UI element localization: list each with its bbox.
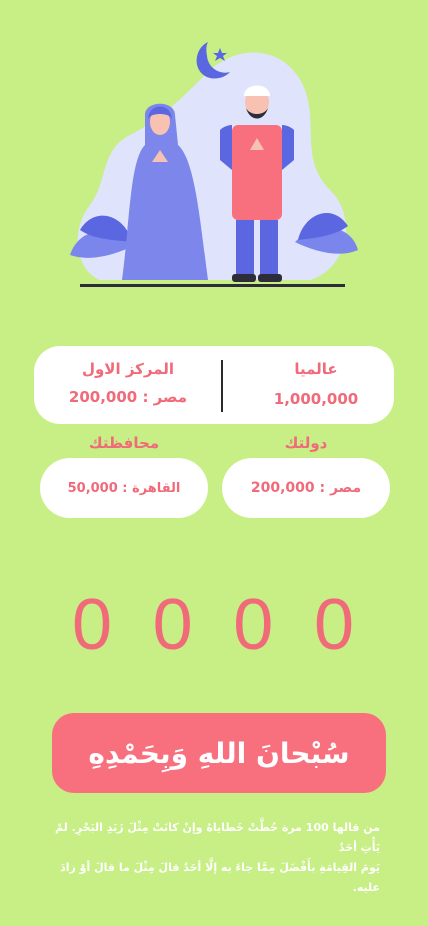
counter-digit: 0: [71, 585, 113, 665]
country-count: مصر : 200,000: [250, 480, 362, 496]
counter-digit: 0: [233, 585, 274, 665]
counter-digit: 0: [313, 585, 354, 665]
global-stats-card: عالميا 1,000,000 المركز الاول مصر : 200,…: [34, 346, 394, 424]
tasbih-counter: 0 0 0 0: [52, 585, 374, 665]
stats-divider: [221, 360, 223, 412]
hadith-line: من قالها 100 مرة حُطَّتْ خَطاياهُ وإنْ ك…: [55, 821, 380, 854]
country-label: دولتك: [284, 434, 328, 452]
hadith-line: يَومَ القِيامَةِ بأَفْضَلَ مِمَّا جاءَ ب…: [60, 861, 380, 894]
world-count: 1,000,000: [273, 390, 359, 408]
country-count-pill: مصر : 200,000: [222, 458, 390, 518]
top-center-label: المركز الاول: [81, 360, 175, 378]
governorate-label: محافظتك: [88, 434, 160, 452]
top-center-value: مصر : 200,000: [68, 388, 188, 406]
hadith-text: من قالها 100 مرة حُطَّتْ خَطاياهُ وإنْ ك…: [40, 818, 380, 898]
dhikr-button[interactable]: سُبْحانَ اللهِ وَبِحَمْدِهِ: [52, 713, 386, 793]
governorate-count-pill: القاهرة : 50,000: [40, 458, 208, 518]
counter-digit: 0: [152, 585, 193, 665]
praying-couple-illustration: [70, 42, 358, 287]
governorate-count: القاهرة : 50,000: [67, 480, 181, 496]
world-label: عالميا: [294, 360, 338, 378]
